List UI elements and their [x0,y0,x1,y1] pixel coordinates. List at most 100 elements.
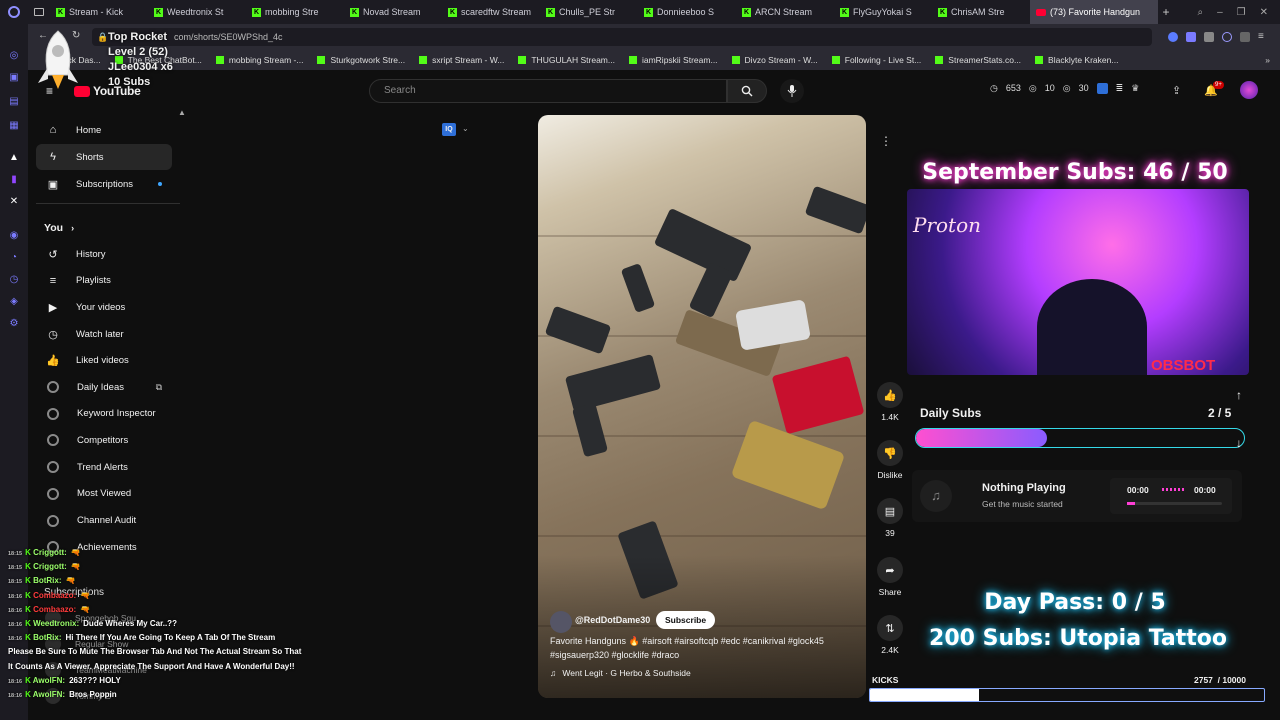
bookmark-item[interactable]: sxript Stream - W... [412,55,511,65]
twitch-icon[interactable]: ▮ [8,174,20,186]
tool-icon[interactable]: ◈ [8,296,20,308]
bookmark-item[interactable]: Sturkgotwork Stre... [310,55,412,65]
tool-icon[interactable]: ◔ [8,252,20,264]
shorts-video-player[interactable]: @RedDotDame30 Subscribe Favorite Handgun… [538,115,866,698]
share-button[interactable]: ➦ Share [875,557,905,597]
you-section-heading[interactable]: You › [44,222,74,234]
kick-tool-icon[interactable]: ▲ [8,152,20,164]
browser-tab[interactable]: K Stream - Kick [50,0,148,24]
channel-name[interactable]: @RedDotDame30 [575,615,650,625]
bookmark-item[interactable]: Divzo Stream - W... [725,55,825,65]
dislike-button[interactable]: 👎 Dislike [875,440,905,480]
extension-icon[interactable] [1168,32,1178,42]
remix-button[interactable]: ⇅ 2.4K [875,615,905,655]
scroll-up-arrow-icon[interactable]: ↑ [1236,388,1242,402]
voice-search-button[interactable] [780,79,804,103]
bookmark-item[interactable]: THUGULAH Stream... [511,55,622,65]
sidebar-item-watch-later[interactable]: ◷ Watch later [36,321,172,347]
url-field[interactable]: 🔒 com/shorts/SE0WPShd_4c [92,28,1152,46]
like-button[interactable]: 👍 1.4K [875,382,905,422]
browser-tab[interactable]: (73) Favorite Handgun [1030,0,1158,24]
chat-username[interactable]: Criggott: [33,562,67,571]
sidebar-item-shorts[interactable]: ϟ Shorts [36,144,172,170]
extensions-puzzle-icon[interactable] [1204,32,1214,42]
scroll-down-arrow-icon[interactable]: ↓ [1236,436,1242,450]
sidebar-toggle-icon[interactable] [1240,32,1250,42]
x-icon[interactable]: ✕ [8,196,20,208]
sidebar-item-history[interactable]: ↺ History [36,241,172,267]
chat-username[interactable]: Combaazo: [33,605,76,614]
music-track[interactable]: ♫ Went Legit · G Herbo & Southside [550,668,691,678]
browser-tab[interactable]: Kscaredftw Stream [442,0,540,24]
sidebar-item-most-viewed[interactable]: Most Viewed [36,481,172,507]
browser-tab[interactable]: K Weedtronix St [148,0,246,24]
chat-username[interactable]: Weedtronix: [33,619,79,628]
browser-tab[interactable]: K ChrisAM Stre [932,0,1030,24]
sidebar-item-playlists[interactable]: ≡ Playlists [36,268,172,294]
scroll-up-icon[interactable]: ▲ [178,108,186,117]
more-options-icon[interactable]: ⋮ [880,134,892,148]
tool-icon[interactable]: ▦ [8,120,20,132]
bookmark-item[interactable]: Blacklyte Kraken... [1028,55,1125,65]
search-tabs-icon[interactable]: ⌕ [1197,7,1203,18]
firefox-menu-icon[interactable] [0,0,28,24]
profile-icon[interactable] [1222,32,1232,42]
bookmark-item[interactable]: StreamerStats.co... [928,55,1028,65]
subscribe-button[interactable]: Subscribe [656,611,716,629]
kick-icon [317,56,326,64]
bookmark-item[interactable]: iamRipskii Stream... [622,55,725,65]
browser-tab[interactable]: Kmobbing Stre [246,0,344,24]
chat-username[interactable]: AwolFN: [33,690,65,699]
restore-icon[interactable]: ❐ [1237,7,1246,18]
kicks-value: 2757 / 10000 [1194,675,1246,685]
tool-icon[interactable]: ▤ [8,96,20,108]
tool-icon[interactable]: ▣ [8,72,20,84]
bookmark-label: Following - Live St... [844,55,922,65]
sidebar-item-channel-audit[interactable]: Channel Audit [36,508,172,534]
bookmark-item[interactable]: mobbing Stream -... [209,55,311,65]
sidebar-item-keyword-inspector[interactable]: Keyword Inspector [36,401,172,427]
trophy-icon[interactable]: ♛ [1131,83,1139,94]
browser-tab[interactable]: K Novad Stream [344,0,442,24]
tool-icon[interactable]: ◷ [8,274,20,286]
chat-username[interactable]: Criggott: [33,548,67,557]
settings-icon[interactable]: ⚙ [8,318,20,330]
browser-tab[interactable]: K FlyGuyYokai S [834,0,932,24]
sidebar-item-your-videos[interactable]: ▶ Your videos [36,294,172,320]
sidebar-item-competitors[interactable]: Competitors [36,427,172,453]
sidebar-item-subscriptions[interactable]: ▣ Subscriptions [36,171,172,197]
browser-tab[interactable]: K ARCN Stream [736,0,834,24]
chat-username[interactable]: BotRix: [33,576,61,585]
avatar[interactable] [1240,81,1258,99]
tool-icon[interactable]: ◉ [8,230,20,242]
chat-username[interactable]: BotRix: [33,633,61,642]
tab-overview-icon[interactable] [28,0,50,24]
sidebar-item-liked-videos[interactable]: 👍 Liked videos [36,348,172,374]
more-bookmarks-icon[interactable]: » [1265,55,1280,65]
kick-icon [831,56,840,64]
upload-icon[interactable]: ⇪ [1172,84,1181,97]
close-window-icon[interactable]: ✕ [1260,7,1268,18]
vidiq-dropdown-icon[interactable]: ⌄ [462,124,469,133]
bookmark-item[interactable]: Following - Live St... [825,55,929,65]
minimize-icon[interactable]: – [1217,7,1223,18]
search-input[interactable]: Search [369,79,727,103]
browser-tab[interactable]: K Chulls_PE Str [540,0,638,24]
chat-username[interactable]: Combaazo: [33,591,76,600]
browser-tab[interactable]: K Donnieeboo S [638,0,736,24]
app-menu-icon[interactable]: ≡ [1258,32,1264,42]
sidebar-item-home[interactable]: ⌂ Home [36,117,172,143]
comments-button[interactable]: ▤ 39 [875,498,905,538]
search-button[interactable] [727,79,767,103]
tool-icon[interactable]: ◎ [8,50,20,62]
sidebar-item-daily-ideas[interactable]: Daily Ideas ⧉ [36,374,172,400]
sidebar-item-trend-alerts[interactable]: Trend Alerts [36,454,172,480]
extension-icon[interactable] [1186,32,1196,42]
vidiq-badge-icon[interactable] [1096,83,1108,94]
video-hashtags[interactable]: #sigsauerp320 #glocklife #draco [550,650,679,660]
channel-avatar[interactable] [550,611,572,633]
vidiq-icon[interactable]: IQ [442,123,456,136]
new-tab-icon[interactable]: + [1158,5,1174,19]
filter-icon[interactable]: ≣ [1116,83,1124,94]
chat-username[interactable]: AwolFN: [33,676,65,685]
